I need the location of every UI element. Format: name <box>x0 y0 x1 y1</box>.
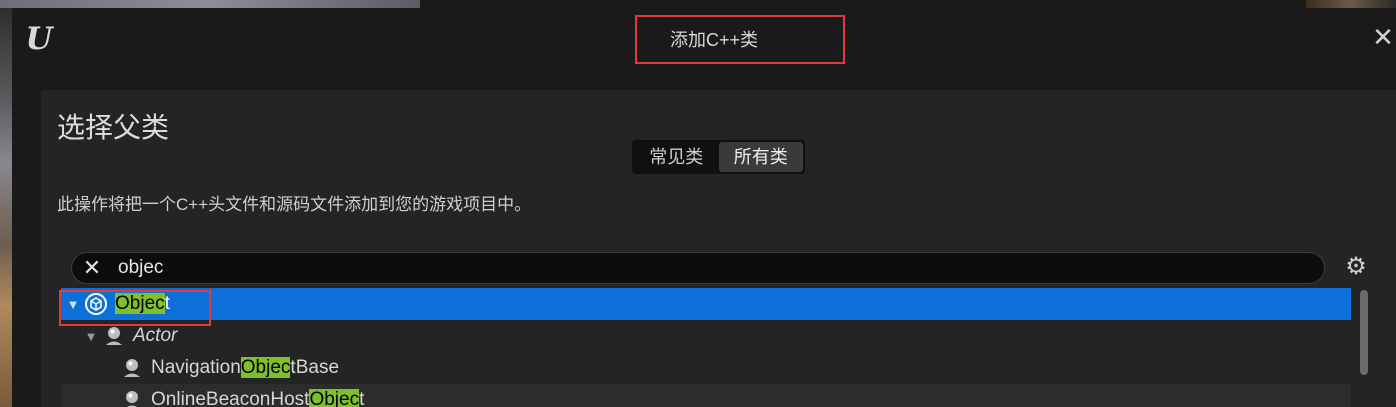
tab-common-classes[interactable]: 常见类 <box>634 142 719 172</box>
class-tree: ▼ Object ▼ Actor NavigationObjectBase On… <box>61 288 1351 407</box>
close-icon[interactable]: ✕ <box>78 254 106 282</box>
gear-icon[interactable]: ⚙ <box>1341 252 1371 282</box>
chevron-down-icon[interactable]: ▼ <box>83 329 99 344</box>
dialog-content: 选择父类 常见类 所有类 此操作将把一个C++头文件和源码文件添加到您的游戏项目… <box>41 90 1396 407</box>
tree-row-navigation-object-base[interactable]: NavigationObjectBase <box>61 352 1351 384</box>
object-row-annotation-box <box>59 290 211 326</box>
tree-row-label: NavigationObjectBase <box>151 357 340 378</box>
class-filter-tabs: 常见类 所有类 <box>632 140 805 174</box>
title-bar[interactable]: U 添加C++类 ✕ <box>12 8 1396 90</box>
tree-row-online-beacon-host-object[interactable]: OnlineBeaconHostObject <box>61 384 1351 407</box>
search-input[interactable] <box>118 255 1298 281</box>
tree-row-actor[interactable]: ▼ Actor <box>61 320 1351 352</box>
unreal-logo-icon: U <box>25 21 53 57</box>
page-heading: 选择父类 <box>57 112 170 143</box>
scrollbar-thumb[interactable] <box>1360 290 1368 375</box>
tree-row-label: Actor <box>133 325 178 346</box>
class-search-box: ✕ <box>71 252 1325 284</box>
actor-class-icon <box>103 325 125 347</box>
close-button[interactable]: ✕ <box>1372 22 1394 52</box>
add-cpp-class-dialog: U 添加C++类 ✕ 选择父类 常见类 所有类 此操作将把一个C++头文件和源码… <box>12 8 1396 407</box>
title-annotation-box <box>635 15 845 64</box>
background-wallpaper <box>0 0 12 407</box>
actor-class-icon <box>121 389 143 407</box>
background-wallpaper-top <box>0 0 420 8</box>
tree-row-label: OnlineBeaconHostObject <box>151 389 364 407</box>
tree-row-object[interactable]: ▼ Object <box>61 288 1351 320</box>
tree-scrollbar[interactable] <box>1359 290 1369 407</box>
tab-all-classes[interactable]: 所有类 <box>718 142 803 172</box>
actor-class-icon <box>121 357 143 379</box>
description-text: 此操作将把一个C++头文件和源码文件添加到您的游戏项目中。 <box>57 195 532 214</box>
